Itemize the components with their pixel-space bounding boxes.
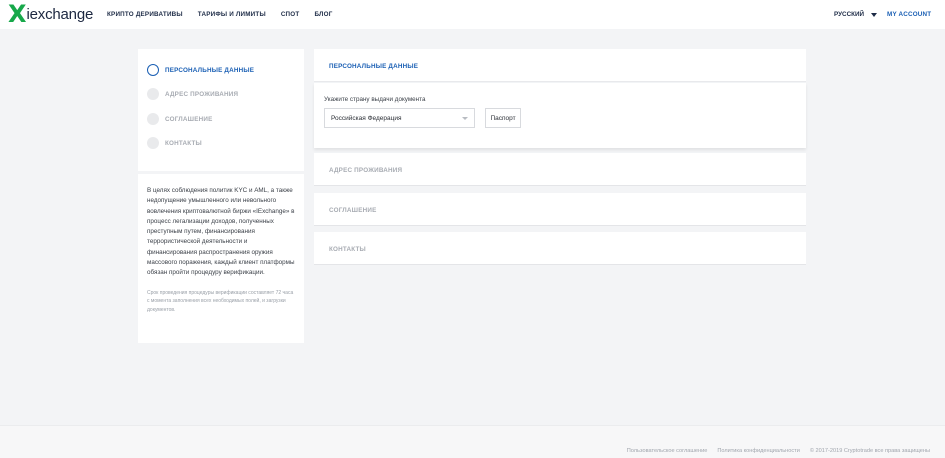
footer-copyright: © 2017-2019 Cryptotrade все права защище… [809, 448, 930, 454]
step-circle-icon [147, 88, 159, 100]
country-field-label: Укажите страну выдачи документа [324, 96, 426, 103]
step-label: АДРЕС ПРОЖИВАНИЯ [165, 90, 239, 98]
page-footer: Пользовательское соглашение Политика кон… [0, 425, 945, 458]
footer-link-privacy[interactable]: Политика конфиденциальности [717, 448, 800, 454]
nav-blog[interactable]: БЛОГ [314, 11, 332, 18]
nav-fees-limits[interactable]: ТАРИФЫ И ЛИМИТЫ [198, 11, 266, 18]
section-title: СОГЛАШЕНИЕ [329, 207, 377, 214]
step-personal-data[interactable]: ПЕРСОНАЛЬНЫЕ ДАННЫЕ [147, 64, 254, 76]
section-title: АДРЕС ПРОЖИВАНИЯ [329, 167, 403, 174]
nav-spot[interactable]: СПОТ [281, 11, 300, 18]
chevron-down-icon [871, 12, 878, 17]
footer-link-terms[interactable]: Пользовательское соглашение [627, 448, 708, 454]
step-agreement[interactable]: СОГЛАШЕНИЕ [147, 113, 212, 125]
step-circle-icon [147, 64, 159, 76]
main-nav: КРИПТО ДЕРИВАТИВЫ ТАРИФЫ И ЛИМИТЫ СПОТ Б… [107, 11, 333, 18]
nav-crypto-derivatives[interactable]: КРИПТО ДЕРИВАТИВЫ [107, 11, 183, 18]
passport-button[interactable]: Паспорт [485, 108, 521, 128]
section-contacts[interactable]: КОНТАКТЫ [314, 232, 806, 265]
step-address[interactable]: АДРЕС ПРОЖИВАНИЯ [147, 88, 238, 100]
chevron-down-icon [462, 117, 468, 120]
my-account-link[interactable]: MY ACCOUNT [887, 11, 931, 18]
verification-steps: ПЕРСОНАЛЬНЫЕ ДАННЫЕ АДРЕС ПРОЖИВАНИЯ СОГ… [138, 49, 304, 171]
logo-text: iexchange [26, 5, 94, 23]
section-agreement[interactable]: СОГЛАШЕНИЕ [314, 193, 806, 226]
personal-data-form: Укажите страну выдачи документа Российск… [314, 83, 806, 148]
country-select-value: Российская Федерация [331, 114, 402, 122]
section-title: КОНТАКТЫ [329, 246, 366, 253]
language-label: РУССКИЙ [834, 11, 865, 18]
section-title: ПЕРСОНАЛЬНЫЕ ДАННЫЕ [329, 63, 419, 70]
kyc-info-text: В целях соблюдения политик KYC и AML, а … [147, 187, 295, 277]
section-address[interactable]: АДРЕС ПРОЖИВАНИЯ [314, 153, 806, 186]
step-circle-icon [147, 113, 159, 125]
step-label: СОГЛАШЕНИЕ [165, 115, 213, 123]
kyc-note-text: Срок проведения процедуры верификации со… [147, 289, 294, 313]
footer-links: Пользовательское соглашение Политика кон… [627, 448, 930, 454]
step-circle-icon [147, 137, 159, 149]
kyc-info-card: В целях соблюдения политик KYC и AML, а … [138, 174, 304, 343]
language-selector[interactable]: РУССКИЙ [834, 11, 878, 18]
logo-mark: X [8, 0, 26, 28]
logo[interactable]: X iexchange [8, 0, 94, 28]
personal-data-header[interactable]: ПЕРСОНАЛЬНЫЕ ДАННЫЕ [314, 49, 806, 82]
step-label: ПЕРСОНАЛЬНЫЕ ДАННЫЕ [165, 66, 255, 74]
country-select[interactable]: Российская Федерация [324, 108, 475, 128]
step-label: КОНТАКТЫ [165, 139, 202, 147]
top-header: X iexchange КРИПТО ДЕРИВАТИВЫ ТАРИФЫ И Л… [0, 0, 945, 29]
step-contacts[interactable]: КОНТАКТЫ [147, 137, 202, 149]
